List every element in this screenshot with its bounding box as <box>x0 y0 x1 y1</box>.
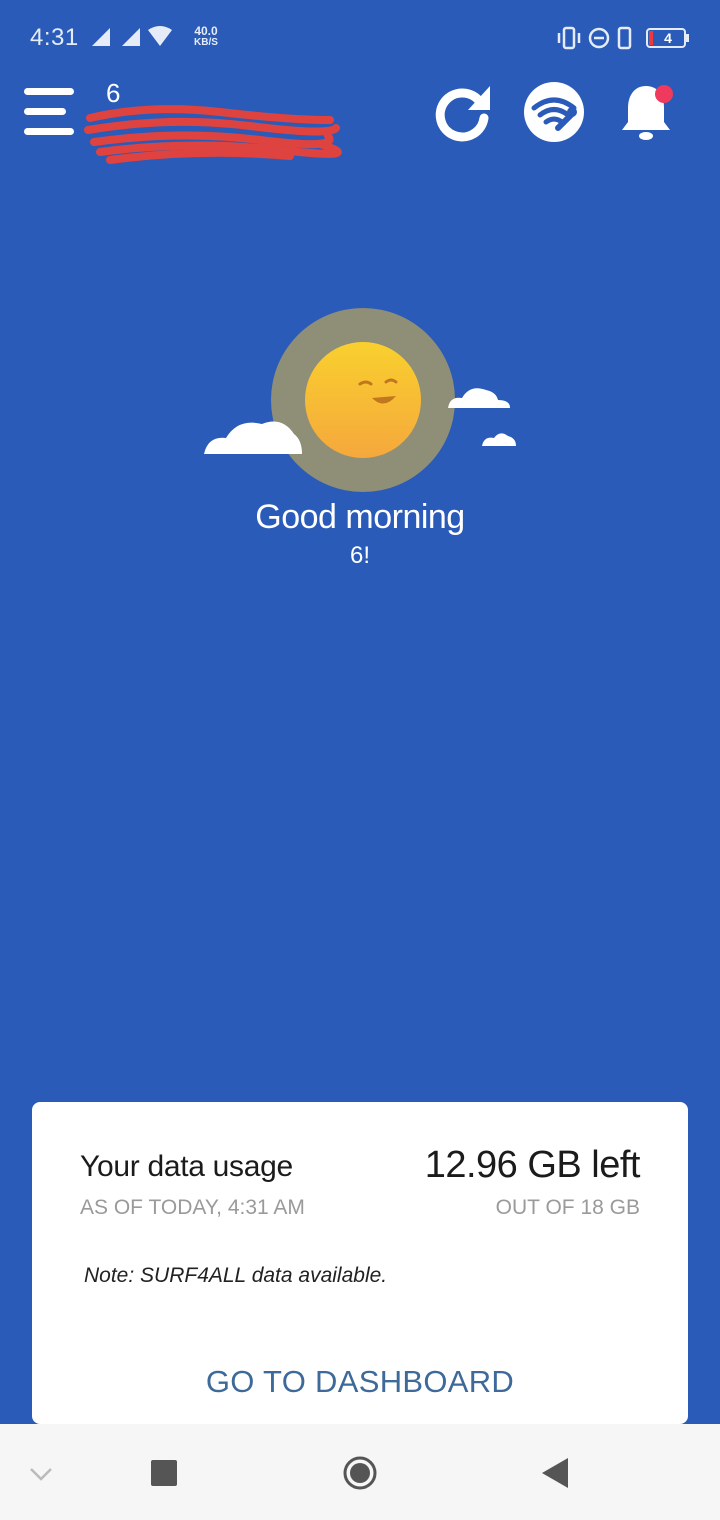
do-not-disturb-icon <box>588 27 610 49</box>
collapse-nav-button[interactable] <box>16 1448 66 1498</box>
back-icon <box>542 1458 568 1488</box>
wifi-wrench-icon <box>524 82 584 142</box>
cloud-icon <box>482 433 516 446</box>
cloud-icon <box>448 388 510 408</box>
data-total: OUT OF 18 GB <box>495 1196 640 1219</box>
back-button[interactable] <box>530 1448 580 1498</box>
go-to-dashboard-button[interactable]: GO TO DASHBOARD <box>32 1364 688 1400</box>
sun-icon <box>305 342 421 458</box>
recents-button[interactable] <box>139 1448 189 1498</box>
home-button[interactable] <box>335 1448 385 1498</box>
phone-icon <box>617 26 632 50</box>
menu-icon <box>24 88 74 95</box>
signal-icon <box>122 28 140 46</box>
status-time: 4:31 <box>30 24 79 51</box>
data-usage-card: Your data usage AS OF TODAY, 4:31 AM 12.… <box>32 1102 688 1424</box>
home-icon <box>343 1456 377 1490</box>
usage-note: Note: SURF4ALL data available. <box>84 1264 388 1287</box>
greeting-name: 6! <box>349 542 370 569</box>
battery-level: 4 <box>664 30 672 46</box>
data-remaining: 12.96 GB left <box>424 1144 641 1186</box>
usage-title: Your data usage <box>80 1150 293 1183</box>
refresh-button[interactable] <box>430 80 494 144</box>
refresh-icon <box>435 86 490 142</box>
net-speed-value: 40.0 <box>194 24 218 38</box>
recents-icon <box>151 1460 177 1486</box>
usage-as-of: AS OF TODAY, 4:31 AM <box>80 1196 305 1219</box>
status-bar: 4:31 40.0 KB/S 4 <box>0 0 720 76</box>
net-speed: 40.0 KB/S <box>188 24 224 48</box>
bell-icon <box>622 85 673 140</box>
notification-dot <box>655 85 673 103</box>
signal-icon <box>92 28 110 46</box>
notifications-button[interactable] <box>614 80 678 144</box>
menu-button[interactable] <box>24 86 76 138</box>
redaction-scribble <box>84 105 342 164</box>
wifi-troubleshoot-button[interactable] <box>522 80 586 144</box>
vibrate-icon <box>557 26 581 50</box>
wifi-icon <box>148 26 172 46</box>
weather-illustration <box>204 308 516 492</box>
net-speed-unit: KB/S <box>194 37 218 48</box>
greeting-text: Good morning <box>255 498 465 536</box>
navigation-bar <box>0 1424 720 1520</box>
chevron-down-icon <box>30 1468 52 1481</box>
